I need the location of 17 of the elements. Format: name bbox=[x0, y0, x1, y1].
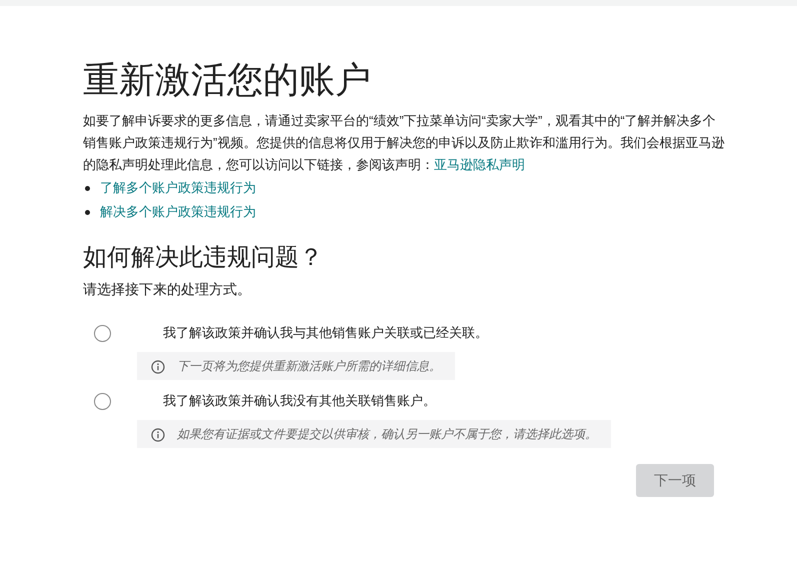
info-text: 如果您有证据或文件要提交以供审核，确认另一账户不属于您，请选择此选项。 bbox=[177, 426, 597, 442]
info-icon bbox=[151, 428, 165, 442]
radio-button[interactable] bbox=[94, 392, 111, 410]
page-title: 重新激活您的账户 bbox=[83, 58, 372, 102]
option-label[interactable]: 我了解该政策并确认我没有其他关联销售账户。 bbox=[163, 391, 436, 411]
radio-button[interactable] bbox=[94, 324, 111, 342]
info-text: 下一页将为您提供重新激活账户所需的详细信息。 bbox=[177, 358, 441, 374]
help-link[interactable]: 了解多个账户政策违规行为 bbox=[100, 178, 256, 198]
bullet-icon bbox=[85, 210, 90, 214]
instruction-text: 请选择接下来的处理方式。 bbox=[83, 280, 252, 299]
help-link[interactable]: 解决多个账户政策违规行为 bbox=[100, 202, 256, 222]
intro-paragraph: 如要了解申诉要求的更多信息，请通过卖家平台的“绩效”下拉菜单访问“卖家大学”，观看其中的“了解并解决多个销售账户政策违规行为”视频。您提供的信息将仅用于解决您的申诉以及防止欺诈和滥用行为。我们会根据亚马逊的隐私声明处理此信息，您可以访问以下链接，参阅该声明：亚马逊隐私声明 bbox=[83, 112, 726, 174]
option-label[interactable]: 我了解该政策并确认我与其他销售账户关联或已经关联。 bbox=[163, 323, 488, 343]
bullet-icon bbox=[85, 186, 90, 190]
privacy-link[interactable]: 亚马逊隐私声明 bbox=[434, 157, 525, 172]
info-icon bbox=[151, 360, 165, 374]
section-heading: 如何解决此违规问题？ bbox=[83, 243, 324, 273]
